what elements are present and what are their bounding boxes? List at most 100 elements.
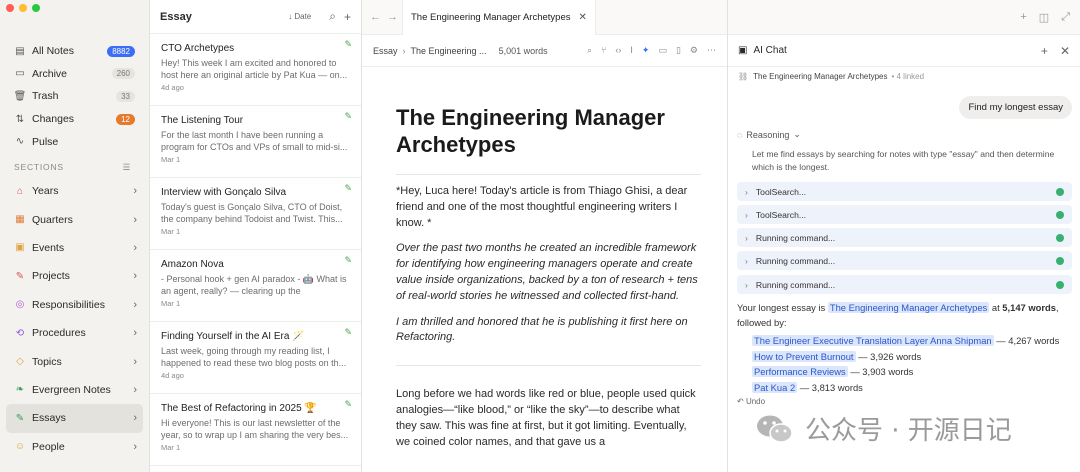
note-date: Mar 1 <box>161 227 181 236</box>
branch-icon[interactable]: ⑂ <box>601 45 606 56</box>
list-item[interactable]: ✎ Finding Yourself in the AI Era 🪄 Last … <box>150 322 361 394</box>
tool-call-row[interactable]: › Running command... <box>737 228 1072 247</box>
reasoning-toggle[interactable]: ◌ Reasoning ⌄ <box>737 129 801 140</box>
archive-icon: ▭ <box>15 68 25 80</box>
sidebar-item-responsibilities[interactable]: ◎ Responsibilities › <box>6 291 143 319</box>
sidebar-item-pulse[interactable]: ∿ Pulse <box>6 130 135 153</box>
note-link[interactable]: The Engineer Executive Translation Layer… <box>752 335 994 346</box>
more-icon[interactable]: ⋯ <box>707 45 716 56</box>
sidebar-item-quarters[interactable]: ▦ Quarters › <box>6 205 143 233</box>
sidebar-item-all-notes[interactable]: ▤ All Notes 8882 <box>6 40 135 63</box>
chevron-right-icon: › <box>745 232 748 243</box>
editor-toolbar: ⌕ ⑂ ‹› I ✦ ▭ ▯ ⚙ ⋯ <box>587 45 716 56</box>
sort-button[interactable]: ↓ Date <box>288 12 311 21</box>
chevron-right-icon: › <box>133 298 137 311</box>
close-icon[interactable]: ✕ <box>1060 44 1070 58</box>
split-view-icon[interactable]: ◫ <box>1039 11 1049 24</box>
note-date: 4d ago <box>161 83 184 92</box>
archive-icon[interactable]: ▭ <box>658 45 667 56</box>
edit-icon[interactable]: ✎ <box>344 399 352 410</box>
reasoning-label: Reasoning <box>746 129 790 140</box>
note-title: The Listening Tour <box>161 115 244 126</box>
tool-call-row[interactable]: › Running command... <box>737 275 1072 294</box>
sidebar-item-years[interactable]: ⌂ Years › <box>6 177 143 205</box>
edit-icon[interactable]: ✎ <box>344 39 352 50</box>
tool-call-row[interactable]: › Running command... <box>737 251 1072 270</box>
sidebar-item-changes[interactable]: ⇅ Changes 12 <box>6 108 135 131</box>
user-message: Find my longest essay <box>959 96 1072 119</box>
count-badge: 8882 <box>107 45 135 57</box>
editor-panel: ←→ The Engineering Manager Archetypes ✕ … <box>362 0 728 472</box>
sidebar-item-label: Changes <box>32 113 75 126</box>
zoom-window-button[interactable] <box>32 4 40 12</box>
italic-paragraph: I am thrilled and honored that he is pub… <box>396 315 688 344</box>
breadcrumb-current[interactable]: The Engineering ... <box>411 46 487 56</box>
sidebar-item-people[interactable]: ☺ People › <box>6 433 143 461</box>
breadcrumb-root[interactable]: Essay <box>373 46 398 56</box>
add-note-icon[interactable]: + <box>344 10 351 24</box>
ai-sparkle-icon[interactable]: ✦ <box>642 45 650 56</box>
sidebar-item-label: Essays <box>32 412 66 425</box>
sidebar-item-essays[interactable]: ✎ Essays › <box>6 404 143 433</box>
close-tab-icon[interactable]: ✕ <box>579 12 587 23</box>
search-icon[interactable]: ⌕ <box>587 45 592 56</box>
new-chat-icon[interactable]: + <box>1041 44 1048 58</box>
sidebar-item-archive[interactable]: ▭ Archive 260 <box>6 63 135 86</box>
sidebar-item-projects[interactable]: ✎ Projects › <box>6 262 143 290</box>
tab-note[interactable]: The Engineering Manager Archetypes ✕ <box>402 0 596 35</box>
sidebar-item-trash[interactable]: 🗑 Trash 33 <box>6 85 135 108</box>
chevron-right-icon: › <box>133 185 137 198</box>
chevron-right-icon: › <box>133 440 137 453</box>
trash-icon[interactable]: ▯ <box>676 45 681 56</box>
note-link[interactable]: How to Prevent Burnout <box>752 350 856 362</box>
note-title: CTO Archetypes <box>161 43 235 54</box>
sections-header: SECTIONS ☰ <box>14 161 131 173</box>
sidebar-item-label: Evergreen Notes <box>32 383 111 396</box>
list-item[interactable]: ✎ Amazon Nova - Personal hook + gen AI p… <box>150 250 361 322</box>
list-item[interactable]: ✎ CTO Archetypes Hey! This week I am exc… <box>150 34 361 106</box>
edit-icon[interactable]: ✎ <box>344 111 352 122</box>
edit-icon[interactable]: ✎ <box>344 183 352 194</box>
edit-icon[interactable]: ✎ <box>344 327 352 338</box>
italic-paragraph: Over the past two months he created an i… <box>396 242 698 302</box>
sidebar-item-evergreen-notes[interactable]: ❧ Evergreen Notes › <box>6 376 143 404</box>
note-link[interactable]: The Engineering Manager Archetypes <box>827 302 990 313</box>
undo-button[interactable]: ↶ Undo <box>737 397 765 406</box>
check-icon <box>1056 256 1064 265</box>
sidebar-top-nav: ▤ All Notes 8882 ▭ Archive 260 🗑 Trash 3… <box>6 40 135 153</box>
tool-call-row[interactable]: › ToolSearch... <box>737 182 1072 201</box>
sidebar-item-events[interactable]: ▣ Events › <box>6 234 143 262</box>
list-item[interactable]: ✎ The Listening Tour For the last month … <box>150 106 361 178</box>
list-item: The Engineer Executive Translation Layer… <box>752 333 1074 349</box>
code-icon[interactable]: ‹› <box>615 45 621 56</box>
sidebar-item-topics[interactable]: ◇ Topics › <box>6 347 143 375</box>
linked-count: • 4 linked <box>891 71 925 81</box>
linked-context[interactable]: ⛓ The Engineering Manager Archetypes • 4… <box>728 67 1080 85</box>
chevron-right-icon: › <box>133 412 137 425</box>
sidebar-item-label: Procedures <box>32 327 86 340</box>
settings-icon[interactable]: ⚙ <box>690 45 698 56</box>
list-item[interactable]: ✎ Interview with Gonçalo Silva Today's g… <box>150 178 361 250</box>
document-title: The Engineering Manager Archetypes <box>396 105 665 157</box>
word-count: 5,001 words <box>498 45 548 56</box>
tab-label: The Engineering Manager Archetypes <box>411 11 571 23</box>
note-link[interactable]: Performance Reviews <box>752 366 848 378</box>
evergreen-icon: ❧ <box>15 384 25 396</box>
expand-icon[interactable]: ⤢ <box>1061 11 1070 24</box>
chevron-right-icon: › <box>133 270 137 283</box>
text-cursor-icon[interactable]: I <box>630 45 633 56</box>
sections-settings-icon[interactable]: ☰ <box>123 162 131 173</box>
back-forward-arrows[interactable]: ←→ <box>362 11 402 23</box>
search-icon[interactable]: ⌕ <box>329 9 336 24</box>
close-window-button[interactable] <box>6 4 14 12</box>
tool-call-row[interactable]: › ToolSearch... <box>737 205 1072 224</box>
minimize-window-button[interactable] <box>19 4 27 12</box>
edit-icon[interactable]: ✎ <box>344 255 352 266</box>
list-item[interactable]: ✎ The Best of Refactoring in 2025 🏆 Hi e… <box>150 394 361 466</box>
note-link[interactable]: Pat Kua 2 <box>752 381 798 393</box>
add-icon[interactable]: + <box>1020 11 1026 23</box>
sidebar-item-procedures[interactable]: ⟲ Procedures › <box>6 319 143 347</box>
note-list-title: Essay <box>160 10 192 23</box>
procedures-icon: ⟲ <box>15 327 25 339</box>
chevron-right-icon: › <box>745 279 748 290</box>
